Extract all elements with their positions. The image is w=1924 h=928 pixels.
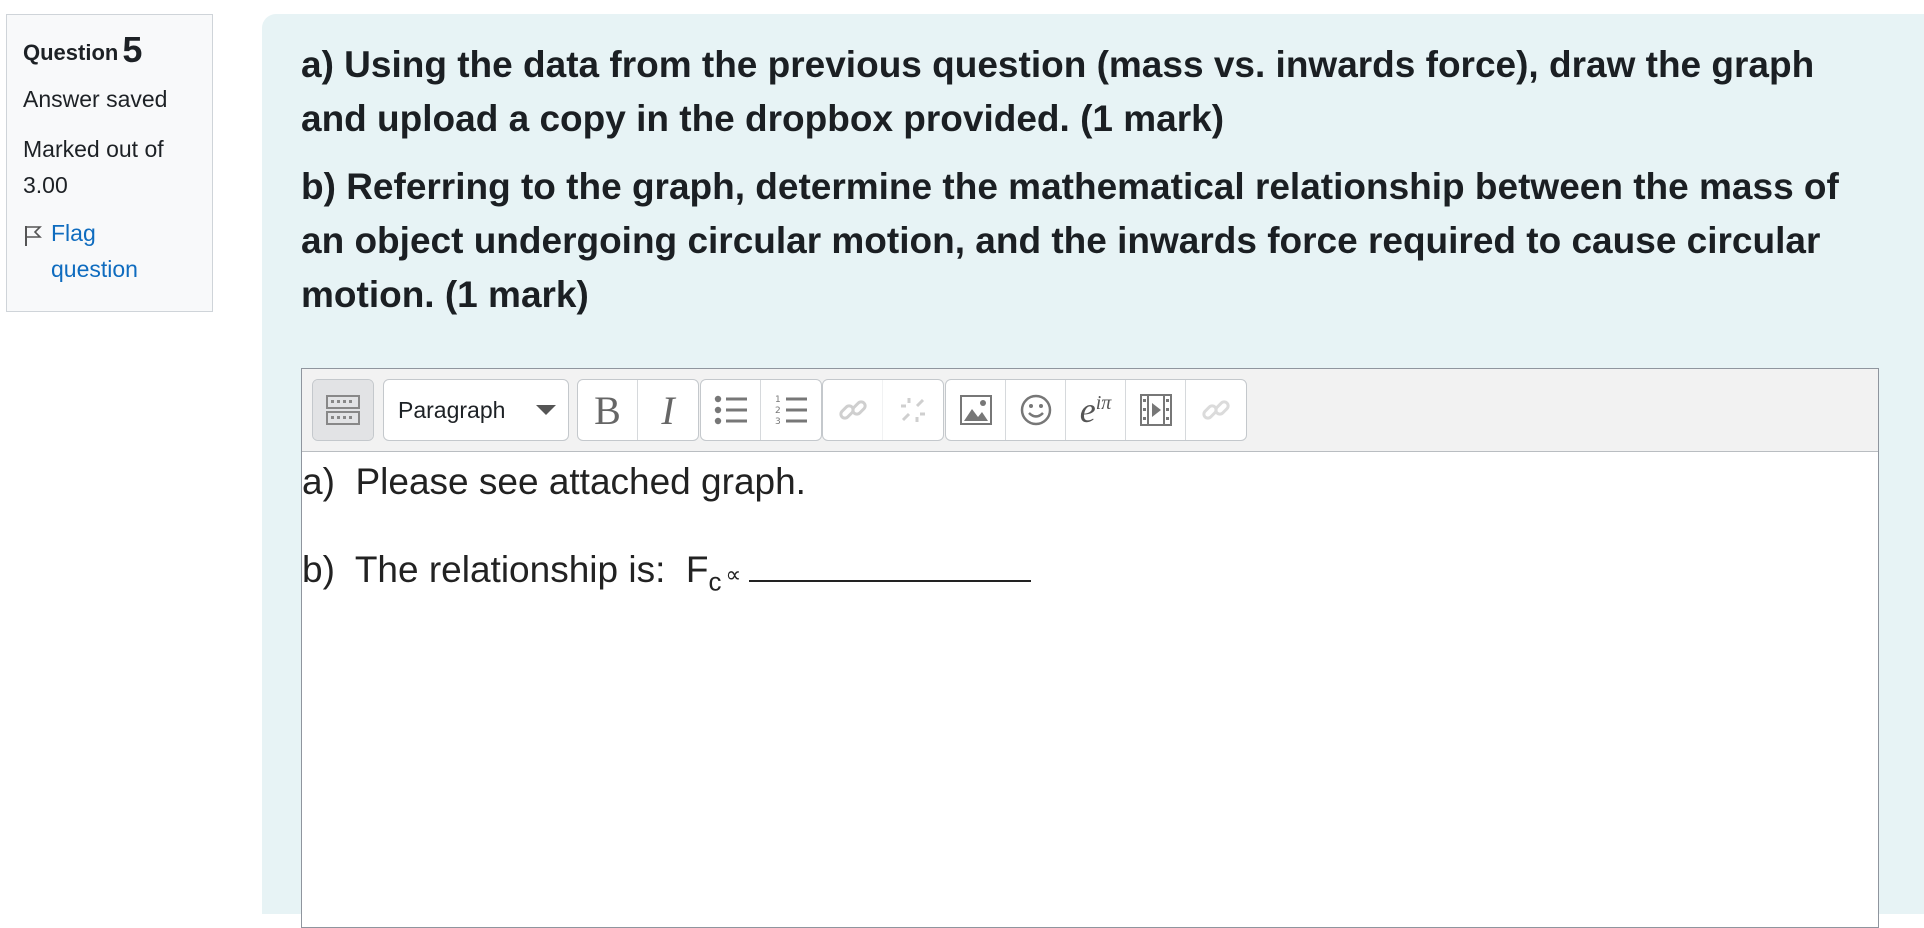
question-part-a: a) Using the data from the previous ques… xyxy=(301,44,1815,139)
italic-button[interactable]: I xyxy=(638,380,698,440)
unordered-list-button[interactable] xyxy=(701,380,761,440)
question-state: Answer saved xyxy=(23,86,168,112)
force-letter: F xyxy=(685,549,709,590)
media-icon xyxy=(1139,394,1172,426)
answer-a-text: Please see attached graph. xyxy=(355,461,806,502)
emoji-icon xyxy=(1020,394,1051,426)
image-button[interactable] xyxy=(946,380,1006,440)
paragraph-style-group: Paragraph xyxy=(383,379,569,441)
force-symbol: Fc xyxy=(685,549,722,596)
question-grade: Marked out of 3.00 xyxy=(23,136,164,198)
image-icon xyxy=(959,395,992,425)
manage-files-button[interactable] xyxy=(1186,380,1246,440)
unlink-icon xyxy=(901,398,925,422)
ordered-list-icon: 123 xyxy=(775,395,807,426)
insert-group: eiπ xyxy=(945,379,1247,441)
answer-a-prefix: a) xyxy=(302,461,335,502)
media-button[interactable] xyxy=(1126,380,1186,440)
question-part-b: b) Referring to the graph, determine the… xyxy=(301,166,1839,315)
link-button[interactable] xyxy=(823,380,883,440)
list-group: 123 xyxy=(700,379,822,441)
flag-icon xyxy=(25,226,42,246)
question-info-box: Question 5 Answer saved Marked out of 3.0… xyxy=(6,14,213,312)
bold-icon: B xyxy=(594,387,621,433)
flag-question-link[interactable]: Flag question xyxy=(23,215,196,287)
question-number: 5 xyxy=(122,29,143,70)
text-style-group: B I xyxy=(577,379,699,441)
bold-button[interactable]: B xyxy=(578,380,638,440)
paragraph-style-value: Paragraph xyxy=(398,396,506,423)
editor-toolbar: Paragraph B I 123 eiπ xyxy=(302,369,1878,452)
answer-blank-line xyxy=(749,546,1032,582)
ordered-list-button[interactable]: 123 xyxy=(761,380,821,440)
answer-editor: Paragraph B I 123 eiπ a) Please see atta… xyxy=(301,368,1879,928)
svg-text:1: 1 xyxy=(775,395,781,405)
proportional-symbol: ∝ xyxy=(725,562,742,587)
force-subscript: c xyxy=(708,566,722,597)
answer-line-b: b) The relationship is: Fc ∝ xyxy=(302,546,1878,603)
question-number-heading: Question 5 xyxy=(23,29,196,71)
toolbar-toggle-icon xyxy=(326,395,360,425)
flag-question-label: Flag question xyxy=(51,220,138,282)
answer-text-area[interactable]: a) Please see attached graph. b) The rel… xyxy=(302,452,1878,603)
toolbar-toggle-button[interactable] xyxy=(313,380,373,440)
emoji-button[interactable] xyxy=(1006,380,1066,440)
italic-icon: I xyxy=(661,387,675,433)
link-icon xyxy=(838,400,867,420)
answer-b-text: The relationship is: xyxy=(354,549,666,590)
manage-files-icon xyxy=(1202,400,1230,420)
chevron-down-icon xyxy=(536,405,556,415)
answer-line-a: a) Please see attached graph. xyxy=(302,460,1878,504)
question-text: a) Using the data from the previous ques… xyxy=(301,38,1881,336)
toolbar-toggle-group xyxy=(312,379,374,441)
unlink-button[interactable] xyxy=(883,380,943,440)
paragraph-style-select[interactable]: Paragraph xyxy=(384,380,568,440)
unordered-list-icon xyxy=(714,395,747,425)
svg-text:3: 3 xyxy=(775,417,781,426)
link-group xyxy=(822,379,944,441)
svg-text:2: 2 xyxy=(775,406,781,416)
equation-button[interactable]: eiπ xyxy=(1066,380,1126,440)
question-label: Question xyxy=(23,40,119,65)
equation-icon: eiπ xyxy=(1079,390,1112,430)
answer-b-prefix: b) xyxy=(302,549,335,590)
question-content-panel: a) Using the data from the previous ques… xyxy=(262,14,1924,928)
